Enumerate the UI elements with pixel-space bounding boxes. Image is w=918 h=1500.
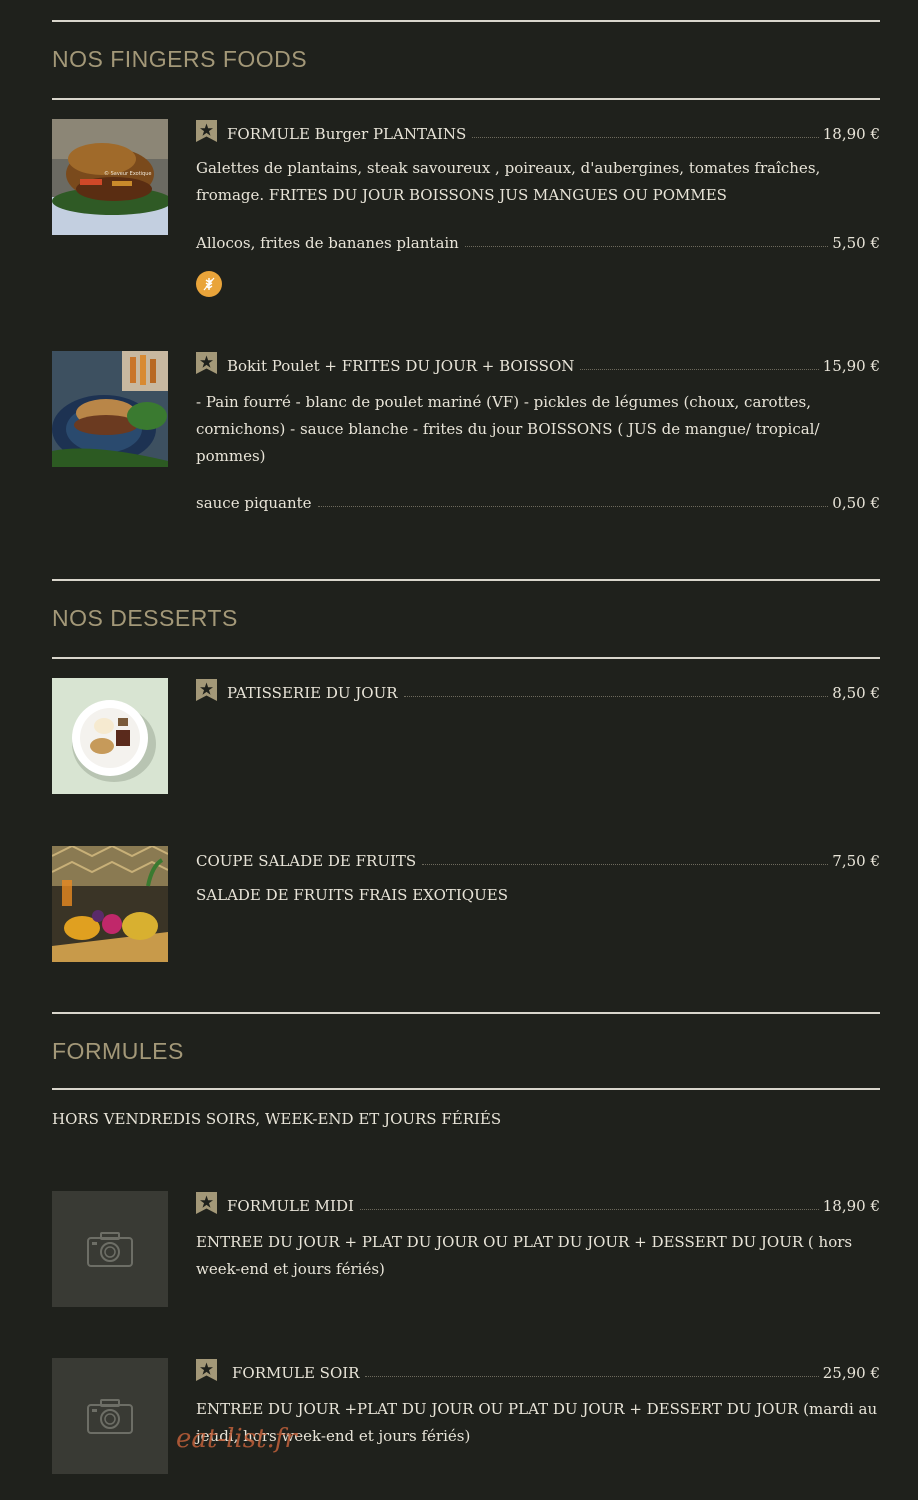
item-price: 7,50 € [832,852,880,870]
item-name: FORMULE MIDI [227,1197,354,1215]
vegetarian-badge-icon [196,271,222,297]
fruit-salad-photo[interactable] [52,846,168,962]
dotted-leader [317,505,829,507]
star-bookmark-icon [196,1359,217,1381]
camera-icon [87,1232,133,1267]
menu-item-burger[interactable]: FORMULE Burger PLANTAINS 18,90 € [196,119,880,143]
option-name: sauce piquante [196,494,312,512]
formules-note: HORS VENDREDIS SOIRS, WEEK-END ET JOURS … [52,1110,502,1128]
image-placeholder [52,1358,168,1474]
item-description: SALADE DE FRUITS FRAIS EXOTIQUES [196,886,508,904]
item-name: FORMULE Burger PLANTAINS [227,125,467,143]
section-divider [52,1088,880,1090]
star-bookmark-icon [196,679,217,701]
dotted-leader [403,695,829,697]
camera-icon [87,1399,133,1434]
option-price: 5,50 € [832,234,880,252]
section-title-fingers: NOS FINGERS FOODS [52,46,308,72]
option-price: 0,50 € [832,494,880,512]
section-divider-top [52,20,880,22]
dotted-leader [472,136,819,138]
dotted-leader [580,368,819,370]
dotted-leader [422,863,829,865]
menu-option-allocos[interactable]: Allocos, frites de bananes plantain 5,50… [196,228,880,252]
item-description: Galettes de plantains, steak savoureux ,… [196,159,821,204]
item-price: 18,90 € [822,1197,880,1215]
burger-photo[interactable]: © Saveur Exotique [52,119,168,235]
menu-item-formule-soir[interactable]: FORMULE SOIR 25,90 € [196,1358,880,1382]
item-description: ENTREE DU JOUR +PLAT DU JOUR OU PLAT DU … [196,1400,878,1445]
menu-item-salade-fruits[interactable]: COUPE SALADE DE FRUITS 7,50 € [196,846,880,870]
menu-item-formule-midi[interactable]: FORMULE MIDI 18,90 € [196,1191,880,1215]
image-placeholder [52,1191,168,1307]
item-name: Bokit Poulet + FRITES DU JOUR + BOISSON [227,357,575,375]
watermark: eat-list.fr [176,1424,297,1454]
section-divider [52,657,880,659]
dotted-leader [365,1375,819,1377]
section-title-formules: FORMULES [52,1038,184,1064]
section-divider-top [52,579,880,581]
item-name: COUPE SALADE DE FRUITS [196,852,417,870]
star-bookmark-icon [196,120,217,142]
item-price: 15,90 € [822,357,880,375]
section-title-desserts: NOS DESSERTS [52,605,238,631]
section-divider [52,98,880,100]
burger-photo-label: © Saveur Exotique [104,170,151,177]
item-description: - Pain fourré - blanc de poulet mariné (… [196,393,820,465]
dotted-leader [359,1208,819,1210]
item-price: 18,90 € [822,125,880,143]
item-description: ENTREE DU JOUR + PLAT DU JOUR OU PLAT DU… [196,1233,853,1278]
bokit-photo[interactable] [52,351,168,467]
star-bookmark-icon [196,1192,217,1214]
item-name: PATISSERIE DU JOUR [227,684,398,702]
menu-item-patisserie[interactable]: PATISSERIE DU JOUR 8,50 € [196,678,880,702]
item-price: 8,50 € [832,684,880,702]
dotted-leader [464,245,829,247]
menu-item-bokit[interactable]: Bokit Poulet + FRITES DU JOUR + BOISSON … [196,351,880,375]
item-price: 25,90 € [822,1364,880,1382]
pastry-photo[interactable] [52,678,168,794]
section-divider-top [52,1012,880,1014]
menu-option-sauce[interactable]: sauce piquante 0,50 € [196,488,880,512]
item-name: FORMULE SOIR [232,1364,360,1382]
star-bookmark-icon [196,352,217,374]
option-name: Allocos, frites de bananes plantain [196,234,459,252]
